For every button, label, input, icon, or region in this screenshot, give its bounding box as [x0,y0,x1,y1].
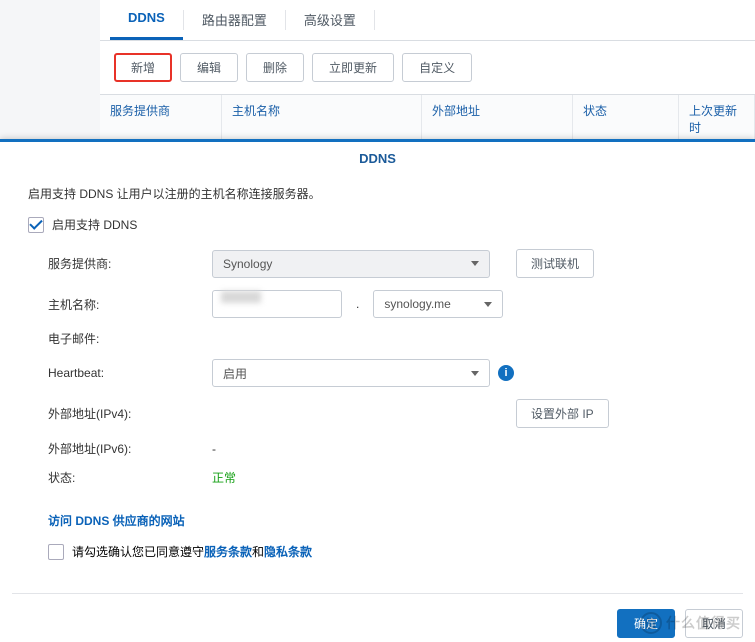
footer-separator [12,593,743,594]
col-external[interactable]: 外部地址 [422,95,573,143]
tab-advanced[interactable]: 高级设置 [286,0,374,40]
hostname-input[interactable] [212,290,342,318]
add-button[interactable]: 新增 [114,53,172,82]
edit-button[interactable]: 编辑 [180,53,238,82]
custom-button[interactable]: 自定义 [402,53,472,82]
col-status[interactable]: 状态 [573,95,679,143]
status-value: 正常 [212,469,236,486]
terms-checkbox[interactable] [48,544,64,560]
provider-select[interactable]: Synology [212,250,490,278]
provider-label: 服务提供商: [48,255,212,272]
tab-ddns[interactable]: DDNS [110,0,183,40]
status-label: 状态: [48,469,212,486]
col-hostname[interactable]: 主机名称 [222,95,422,143]
terms-text: 请勾选确认您已同意遵守服务条款和隐私条款 [72,543,312,560]
ipv6-value: - [212,442,216,456]
col-last-update[interactable]: 上次更新时 [679,95,755,143]
enable-ddns-checkbox[interactable] [28,217,44,233]
ddns-modal: DDNS 启用支持 DDNS 让用户以注册的主机名称连接服务器。 启用支持 DD… [0,139,755,642]
heartbeat-select[interactable]: 启用 [212,359,490,387]
hostname-label: 主机名称: [48,296,212,313]
ipv4-label: 外部地址(IPv4): [48,405,212,422]
tos-link[interactable]: 服务条款 [204,545,252,559]
chevron-down-icon [484,302,492,307]
hostname-dot: . [350,297,365,311]
provider-website-link[interactable]: 访问 DDNS 供应商的网站 [48,512,727,529]
privacy-link[interactable]: 隐私条款 [264,545,312,559]
email-label: 电子邮件: [48,330,212,347]
toolbar: 新增 编辑 删除 立即更新 自定义 [100,41,755,94]
col-provider[interactable]: 服务提供商 [100,95,222,143]
heartbeat-label: Heartbeat: [48,366,212,380]
domain-select[interactable]: synology.me [373,290,503,318]
ok-button[interactable]: 确定 [617,609,675,638]
tab-separator [374,10,375,30]
table-header: 服务提供商 主机名称 外部地址 状态 上次更新时 [100,94,755,144]
modal-title: DDNS [0,142,755,175]
tab-router-config[interactable]: 路由器配置 [184,0,285,40]
delete-button[interactable]: 删除 [246,53,304,82]
enable-ddns-label: 启用支持 DDNS [52,216,137,233]
enable-ddns-row: 启用支持 DDNS [28,216,727,233]
tab-bar: DDNS 路由器配置 高级设置 [100,0,755,41]
update-now-button[interactable]: 立即更新 [312,53,394,82]
terms-row: 请勾选确认您已同意遵守服务条款和隐私条款 [28,543,727,560]
info-icon[interactable]: i [498,365,514,381]
cancel-button[interactable]: 取消 [685,609,743,638]
modal-description: 启用支持 DDNS 让用户以注册的主机名称连接服务器。 [28,185,727,202]
chevron-down-icon [471,371,479,376]
chevron-down-icon [471,261,479,266]
modal-body: 启用支持 DDNS 让用户以注册的主机名称连接服务器。 启用支持 DDNS 服务… [0,175,755,560]
ipv6-label: 外部地址(IPv6): [48,440,212,457]
set-external-ip-button[interactable]: 设置外部 IP [516,399,609,428]
modal-footer: 确定 取消 [617,609,743,642]
test-connection-button[interactable]: 测试联机 [516,249,594,278]
